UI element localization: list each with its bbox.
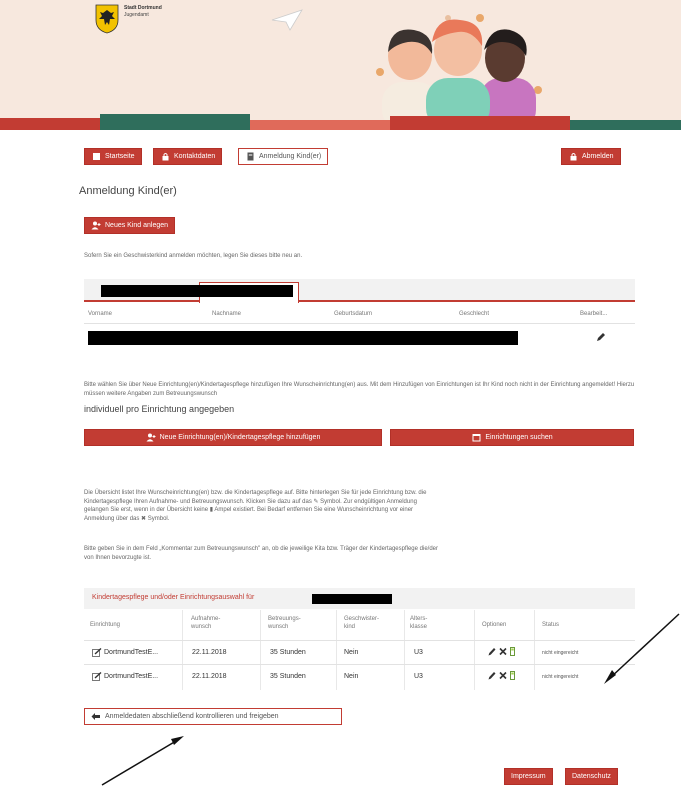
add-facility-label: Neue Einrichtung(en)/Kindertagespflege h… <box>159 434 321 441</box>
delete-x-icon[interactable] <box>499 647 507 656</box>
banner-ground <box>0 114 681 130</box>
redacted-child-name-title <box>312 594 392 604</box>
edit-pencil-icon[interactable] <box>488 647 496 656</box>
col-divider <box>336 610 337 690</box>
nav-startseite-label: Startseite <box>105 153 135 160</box>
edit-facility-icon[interactable] <box>92 672 102 681</box>
annotation-arrow-status <box>604 613 680 684</box>
add-facility-button[interactable]: Neue Einrichtung(en)/Kindertagespflege h… <box>84 429 382 446</box>
new-child-label: Neues Kind anlegen <box>105 222 169 229</box>
search-facilities-label: Einrichtungen suchen <box>485 434 553 441</box>
facility-betreuung: 35 Stunden <box>270 649 306 656</box>
row-divider <box>84 640 635 641</box>
impressum-button[interactable]: Impressum <box>504 768 553 785</box>
facility-aufnahme: 22.11.2018 <box>192 649 227 656</box>
lock-icon <box>160 152 170 162</box>
home-icon <box>91 152 101 162</box>
annotation-arrow-submit <box>101 736 184 786</box>
facility-name[interactable]: DortmundTestE... <box>104 649 158 656</box>
nav-startseite-button[interactable]: Startseite <box>84 148 142 165</box>
nav-kontaktdaten-button[interactable]: Kontaktdaten <box>153 148 223 165</box>
impressum-label: Impressum <box>511 773 546 780</box>
col-divider <box>474 610 475 690</box>
add-user-icon <box>91 221 101 231</box>
col-geburtsdatum: Geburtsdatum <box>334 311 373 317</box>
col-status: Status <box>542 622 560 628</box>
col-divider <box>404 610 405 690</box>
delete-x-icon[interactable] <box>499 671 507 680</box>
submit-check-label: Anmeldedaten abschließend kontrollieren … <box>105 713 279 720</box>
children-table: Vorname Nachname Geburtsdatum Geschlecht… <box>84 279 635 351</box>
lock-icon <box>568 152 578 162</box>
city-crest-logo <box>95 4 119 34</box>
redacted-child-row <box>88 331 518 345</box>
facility-betreuung: 35 Stunden <box>270 673 306 680</box>
calendar-icon <box>471 433 481 443</box>
page-title: Anmeldung Kind(er) <box>79 185 177 197</box>
facility-geschwister: Nein <box>344 649 359 656</box>
row-divider <box>84 664 635 665</box>
traffic-light-icon <box>510 647 515 656</box>
overview-paragraph-2: Bitte geben Sie in dem Feld „Kommentar z… <box>84 546 438 561</box>
col-betreuungswunsch: Betreuungs- wunsch <box>268 616 301 630</box>
row-options <box>488 647 515 656</box>
col-divider <box>182 610 183 690</box>
submit-check-button[interactable]: Anmeldedaten abschließend kontrollieren … <box>84 708 342 725</box>
traffic-light-icon <box>510 671 515 680</box>
row-divider <box>84 323 635 324</box>
col-bearbeiten: Bearbeit... <box>580 311 608 317</box>
edit-pencil-icon[interactable] <box>488 671 496 680</box>
abmelden-label: Abmelden <box>582 153 614 160</box>
row-options <box>488 671 515 680</box>
status-badge: nicht eingereicht <box>542 674 579 680</box>
col-divider <box>260 610 261 690</box>
datenschutz-button[interactable]: Datenschutz <box>565 768 618 785</box>
redacted-child-name <box>101 285 293 297</box>
col-einrichtung: Einrichtung <box>90 622 121 628</box>
col-vorname: Vorname <box>88 311 113 317</box>
edit-facility-icon[interactable] <box>92 648 102 657</box>
search-facilities-button[interactable]: Einrichtungen suchen <box>390 429 634 446</box>
col-altersklasse: Alters- klasse <box>410 616 428 630</box>
facility-altersklasse: U3 <box>414 649 423 656</box>
overview-paragraph-1: Die Übersicht listet Ihre Wunscheinricht… <box>84 490 427 523</box>
col-geschwisterkind: Geschwister- kind <box>344 616 380 630</box>
abmelden-button[interactable]: Abmelden <box>561 148 621 165</box>
city-name: Stadt Dortmund Jugendamt <box>124 5 162 18</box>
col-nachname: Nachname <box>212 311 242 317</box>
facility-name[interactable]: DortmundTestE... <box>104 673 158 680</box>
header-banner: Stadt Dortmund Jugendamt <box>0 0 681 130</box>
document-icon <box>245 152 255 162</box>
facility-altersklasse: U3 <box>414 673 423 680</box>
selection-instruction: Bitte wählen Sie über Neue Einrichtung(e… <box>84 382 635 397</box>
facility-aufnahme: 22.11.2018 <box>192 673 227 680</box>
sibling-hint: Sofern Sie ein Geschwisterkind anmelden … <box>84 253 303 259</box>
col-divider <box>534 610 535 690</box>
add-user-icon <box>146 433 156 443</box>
col-aufnahmewunsch: Aufnahme- wunsch <box>191 616 221 630</box>
nav-anmeldung-label: Anmeldung Kind(er) <box>259 153 322 160</box>
col-geschlecht: Geschlecht <box>459 311 490 317</box>
new-child-button[interactable]: Neues Kind anlegen <box>84 217 176 234</box>
selection-instruction-bold: individuell pro Einrichtung angegeben <box>84 404 235 414</box>
facility-table: Kindertagespflege und/oder Einrichtungsa… <box>84 588 635 690</box>
status-badge: nicht eingereicht <box>542 650 579 656</box>
col-optionen: Optionen <box>482 622 507 628</box>
paper-plane-icon <box>271 9 303 31</box>
edit-pencil-icon[interactable] <box>596 332 606 342</box>
nav-anmeldung-button[interactable]: Anmeldung Kind(er) <box>238 148 329 165</box>
datenschutz-label: Datenschutz <box>572 773 611 780</box>
facility-geschwister: Nein <box>344 673 359 680</box>
submit-icon <box>91 712 101 722</box>
nav-kontaktdaten-label: Kontaktdaten <box>174 153 216 160</box>
